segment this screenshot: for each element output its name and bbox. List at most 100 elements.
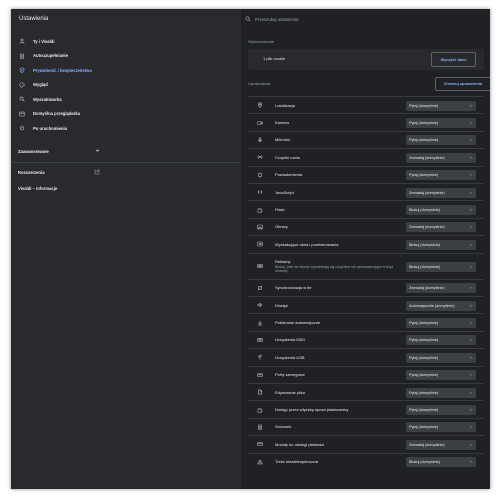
permission-select[interactable]: Blokuj (domyślnie): [406, 239, 476, 250]
permission-row[interactable]: Edytowanie pliku Pytaj (domyślnie): [248, 383, 484, 400]
chevron-down-icon: [469, 104, 473, 108]
permission-select[interactable]: Pytaj (domyślnie): [406, 370, 476, 381]
permission-select[interactable]: Pytaj (domyślnie): [406, 100, 476, 111]
permission-select[interactable]: Zezwalaj (domyślnie): [406, 187, 476, 198]
permission-row[interactable]: Urządzenia MIDI Pytaj (domyślnie): [248, 330, 484, 348]
permission-row[interactable]: Dostęp przez wtyczkę spoza piaskownicy Py…: [248, 400, 484, 417]
usage-section-title: Wykorzystanie: [248, 39, 274, 44]
permission-row[interactable]: Synchronizacja w tle Zezwalaj (domyślnie): [248, 278, 484, 296]
chevron-down-icon: [469, 338, 473, 342]
chevron-down-icon: [469, 225, 473, 229]
permission-name: Porty szeregowe: [275, 372, 305, 378]
chevron-down-icon: [469, 408, 473, 412]
permission-row[interactable]: Powiadomienia Pytaj (domyślnie): [248, 165, 484, 183]
location-icon: [255, 102, 265, 108]
midi-icon: [255, 337, 265, 343]
permission-value: Pytaj (domyślnie): [409, 390, 439, 395]
permission-select[interactable]: Pytaj (domyślnie): [406, 352, 476, 363]
permission-select[interactable]: Automatycznie (domyślnie): [406, 300, 476, 311]
permission-name: Dostęp przez wtyczkę spoza piaskownicy: [275, 407, 349, 413]
permission-row[interactable]: Porty szeregowe Pytaj (domyślnie): [248, 365, 484, 383]
permission-name: Czujniki ruchu: [275, 154, 301, 160]
permission-row[interactable]: Mikrofon Pytaj (domyślnie): [248, 130, 484, 148]
permission-row[interactable]: Flash Blokuj (domyślnie): [248, 200, 484, 217]
advanced-toggle[interactable]: Zaawansowane: [18, 146, 100, 156]
sidebar-item-2[interactable]: Prywatność i bezpieczeństwo: [11, 63, 241, 78]
permission-row[interactable]: Wyskakujące okna i przekierowania Blokuj …: [248, 235, 484, 252]
permission-row[interactable]: Lokalizacja Pytaj (domyślnie): [248, 96, 484, 113]
permission-select[interactable]: Pytaj (domyślnie): [406, 318, 476, 329]
search-input[interactable]: [253, 16, 455, 22]
sidebar-item-6[interactable]: Po uruchomieniu: [11, 121, 241, 136]
permission-select[interactable]: Zezwalaj (domyślnie): [406, 152, 476, 163]
extensions-link[interactable]: Rozszerzenia: [18, 167, 100, 177]
permission-select[interactable]: Zezwalaj (domyślnie): [406, 439, 476, 450]
permission-select[interactable]: Pytaj (domyślnie): [406, 170, 476, 181]
chevron-down-icon: [469, 391, 473, 395]
clear-data-button[interactable]: Wyczyść dane: [431, 52, 476, 67]
permission-row[interactable]: Kamera Pytaj (domyślnie): [248, 113, 484, 130]
permission-value: Automatycznie (domyślnie): [409, 303, 455, 308]
permission-name: Pobieranie automatyczne: [275, 320, 321, 326]
permission-row[interactable]: JavaScript Zezwalaj (domyślnie): [248, 183, 484, 200]
permission-row[interactable]: Schowek Pytaj (domyślnie): [248, 417, 484, 435]
reset-permissions-button[interactable]: Zresetuj uprawnienia: [435, 77, 490, 91]
clipboard-icon: [18, 52, 26, 60]
sidebar-item-1[interactable]: Autouzupełnianie: [11, 49, 241, 64]
permission-row[interactable]: Dźwięk Automatycznie (domyślnie): [248, 296, 484, 313]
permission-select[interactable]: Blokuj (domyślnie): [406, 205, 476, 216]
sensors-icon: [255, 154, 265, 160]
shield-icon: [18, 66, 26, 74]
permission-select[interactable]: Pytaj (domyślnie): [406, 422, 476, 433]
permission-value: Pytaj (domyślnie): [409, 425, 439, 430]
clipboard-icon: [255, 424, 265, 430]
file-edit-icon: [255, 389, 265, 395]
permission-value: Pytaj (domyślnie): [409, 173, 439, 178]
permission-value: Pytaj (domyślnie): [409, 138, 439, 143]
permission-select[interactable]: Blokuj (domyślnie): [406, 261, 476, 272]
sidebar-item-0[interactable]: Ty i Vivaldi: [11, 34, 241, 49]
permission-value: Pytaj (domyślnie): [409, 355, 439, 360]
permission-row[interactable]: Moduły do obsługi płatności Zezwalaj (dom…: [248, 435, 484, 452]
sidebar-item-4[interactable]: Wyszukiwarka: [11, 92, 241, 107]
about-link[interactable]: Vivaldi – informacje: [18, 183, 100, 193]
permission-select[interactable]: Pytaj (domyślnie): [406, 135, 476, 146]
permission-row[interactable]: Urządzenia USB Pytaj (domyślnie): [248, 348, 484, 365]
permission-row[interactable]: Treść niezabezpieczona Blokuj (domyślnie): [248, 452, 484, 470]
sidebar-item-label: Ty i Vivaldi: [33, 38, 55, 44]
settings-window: Ustawienia Ty i Vivaldi Autouzupełnianie P…: [11, 9, 490, 489]
permission-name: Mikrofon: [275, 137, 291, 143]
permission-select[interactable]: Pytaj (domyślnie): [406, 387, 476, 398]
permission-select[interactable]: Pytaj (domyślnie): [406, 405, 476, 416]
permission-row[interactable]: Czujniki ruchu Zezwalaj (domyślnie): [248, 148, 484, 165]
permission-row[interactable]: Pobieranie automatyczne Pytaj (domyślnie): [248, 313, 484, 330]
permission-name: Reklamy: [275, 258, 291, 264]
search-icon: [245, 16, 253, 22]
permission-value: Pytaj (domyślnie): [409, 408, 439, 413]
sidebar-divider: [11, 162, 241, 163]
permission-value: Pytaj (domyślnie): [409, 338, 439, 343]
camera-icon: [255, 120, 265, 126]
permission-select[interactable]: Zezwalaj (domyślnie): [406, 283, 476, 294]
extensions-label: Rozszerzenia: [18, 169, 45, 175]
permission-row[interactable]: Reklamy Blokuj, jeśli na stronie wyświetl…: [248, 252, 484, 279]
chevron-down-icon: [469, 138, 473, 142]
chevron-down-icon: [469, 373, 473, 377]
permission-select[interactable]: Blokuj (domyślnie): [406, 457, 476, 468]
sidebar: Ustawienia Ty i Vivaldi Autouzupełnianie P…: [11, 9, 241, 489]
permission-value: Blokuj (domyślnie): [409, 208, 441, 213]
permission-select[interactable]: Pytaj (domyślnie): [406, 335, 476, 346]
plugin-icon: [255, 407, 265, 413]
chevron-down-icon: [95, 148, 100, 154]
sidebar-item-3[interactable]: Wygląd: [11, 78, 241, 93]
permission-select[interactable]: Pytaj (domyślnie): [406, 118, 476, 129]
warning-icon: [255, 459, 265, 465]
permission-name: Synchronizacja w tle: [275, 285, 312, 291]
search-bar[interactable]: [242, 12, 489, 26]
sidebar-item-label: Prywatność i bezpieczeństwo: [33, 67, 92, 73]
permission-name: Obrazy: [275, 224, 288, 230]
permission-select[interactable]: Zezwalaj (domyślnie): [406, 222, 476, 233]
permission-row[interactable]: Obrazy Zezwalaj (domyślnie): [248, 217, 484, 235]
sidebar-item-5[interactable]: Domyślna przeglądarka: [11, 107, 241, 122]
bell-icon: [255, 172, 265, 178]
